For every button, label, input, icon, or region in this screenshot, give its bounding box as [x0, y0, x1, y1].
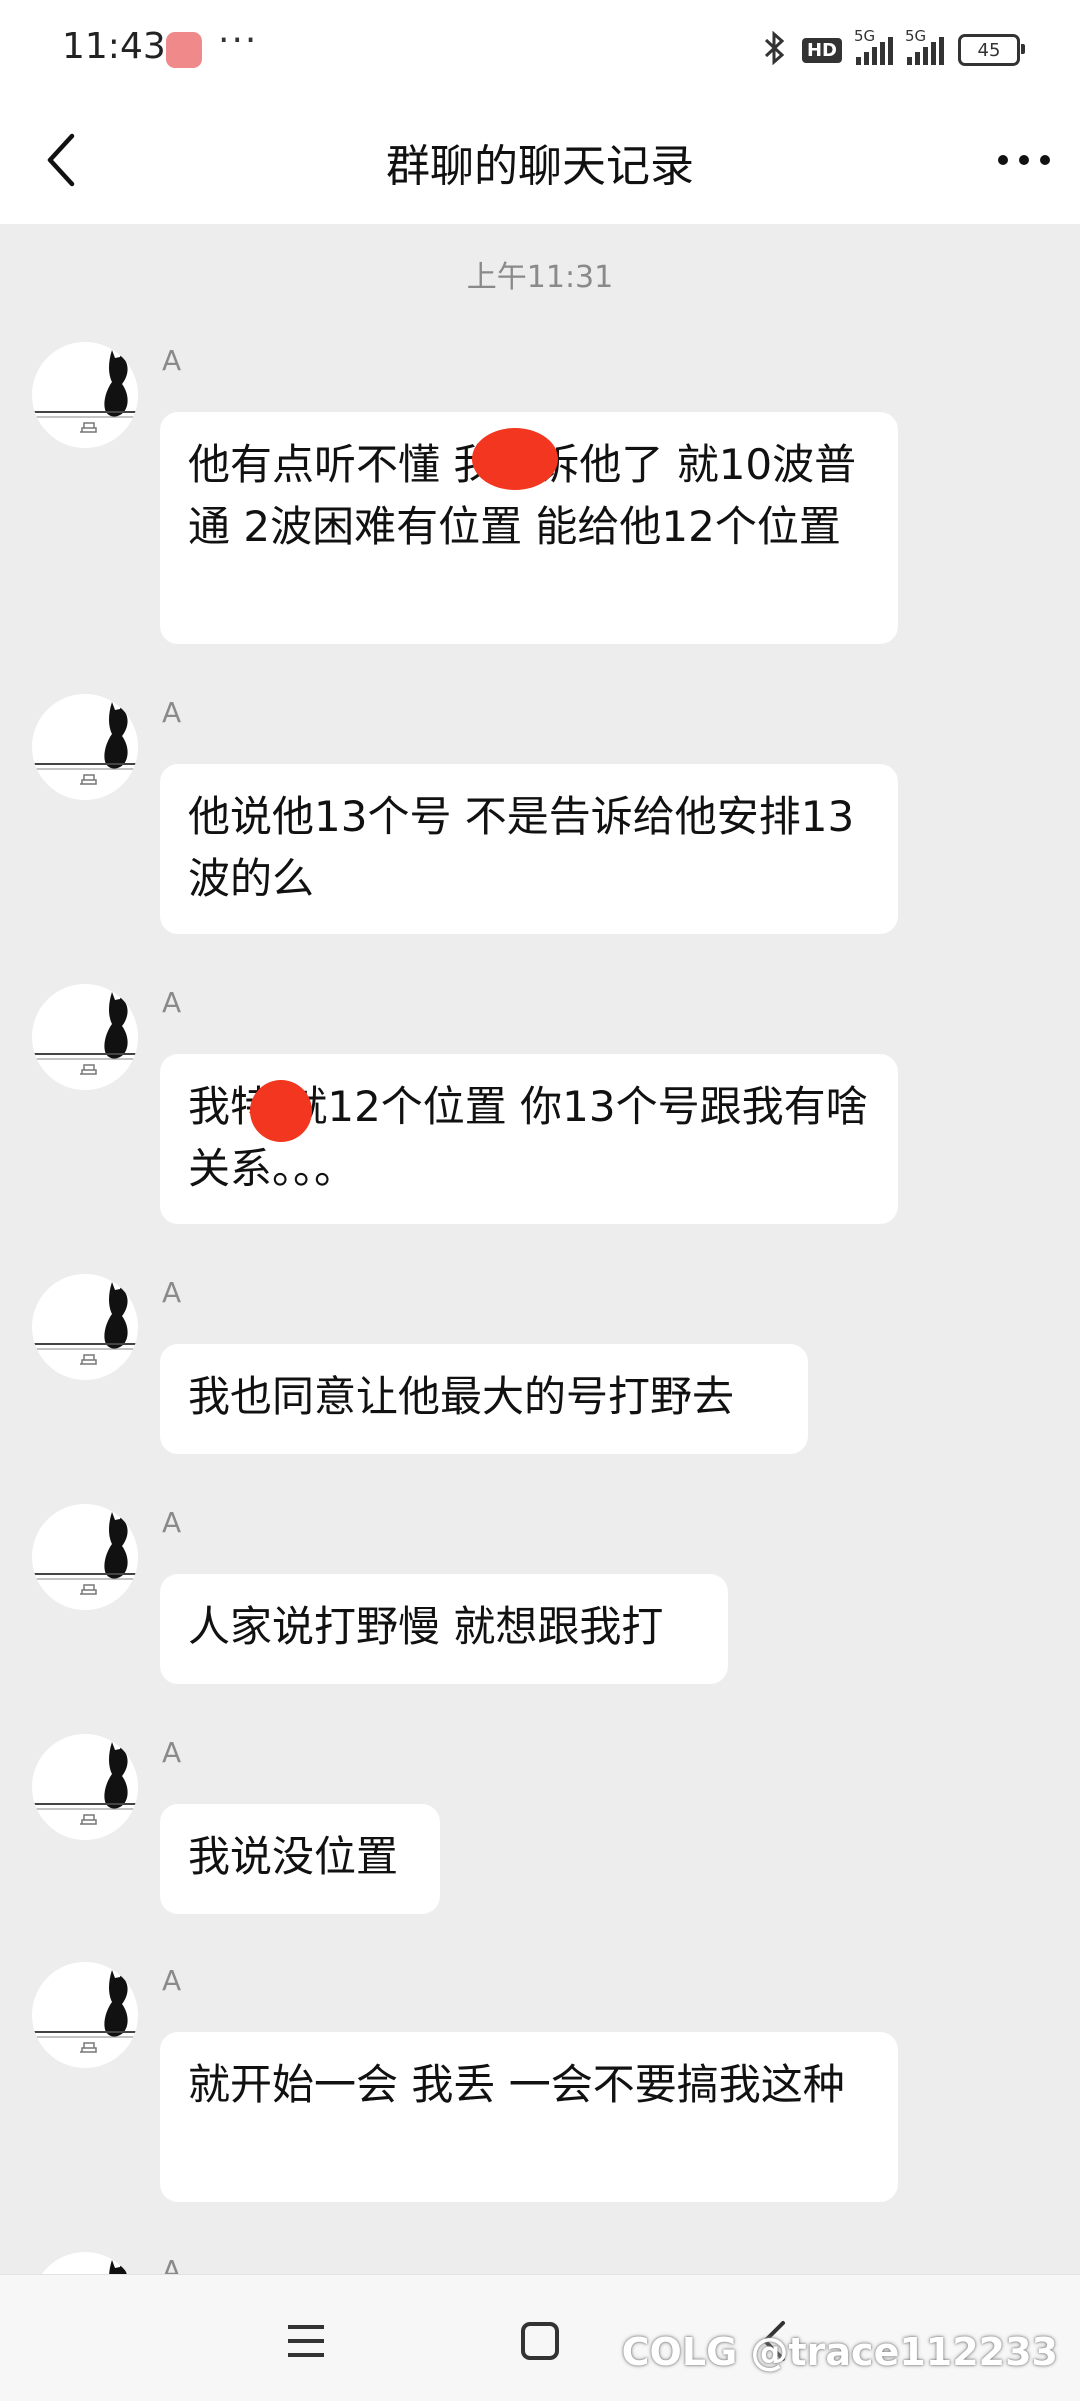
sender-name: A	[162, 986, 182, 1019]
page-title: 群聊的聊天记录	[386, 141, 694, 192]
battery-icon: 45	[958, 34, 1025, 66]
sender-name: A	[162, 1506, 182, 1539]
message-timestamp: 上午11:31	[466, 260, 614, 295]
status-indicators: HD 5G 5G 45	[762, 27, 1025, 72]
redaction-mark	[250, 1080, 312, 1142]
signal-icon-sim2: 5G	[905, 27, 944, 65]
cat-silhouette-icon	[32, 992, 138, 1075]
sender-name: A	[162, 1964, 182, 1997]
menu-icon	[288, 2325, 324, 2357]
more-options-button[interactable]	[992, 128, 1056, 192]
cat-silhouette-icon	[32, 1512, 138, 1595]
cat-silhouette-icon	[32, 1970, 138, 2053]
home-square-icon	[521, 2322, 559, 2360]
message-bubble[interactable]: 我说没位置	[160, 1804, 440, 1914]
recent-apps-button[interactable]	[278, 2313, 334, 2369]
redaction-mark	[472, 428, 558, 490]
chat-history[interactable]: 上午11:31 A 他有点听不懂 我告诉他了 就10波普通 2波困难有位置 能给…	[0, 224, 1080, 2274]
chat-header: 群聊的聊天记录	[0, 100, 1080, 224]
message-bubble[interactable]: 就开始一会 我丢 一会不要搞我这种	[160, 2032, 898, 2202]
signal-icon-sim1: 5G	[854, 27, 893, 65]
more-notifications-icon: ···	[218, 20, 259, 61]
status-time: 11:43	[62, 26, 166, 67]
more-dots-icon	[998, 155, 1050, 165]
message-bubble[interactable]: 人家说打野慢 就想跟我打	[160, 1574, 728, 1684]
cat-silhouette-icon	[32, 1742, 138, 1825]
avatar[interactable]	[32, 984, 138, 1090]
sender-name: A	[162, 696, 182, 729]
cat-silhouette-icon	[32, 702, 138, 785]
hd-voice-badge: HD	[801, 37, 842, 63]
avatar[interactable]	[32, 694, 138, 800]
bluetooth-icon	[762, 30, 788, 69]
sender-name: A	[162, 344, 182, 377]
cat-silhouette-icon	[32, 1282, 138, 1365]
home-button[interactable]	[512, 2313, 568, 2369]
message-bubble[interactable]: 他说他13个号 不是告诉给他安排13波的么	[160, 764, 898, 934]
avatar[interactable]	[32, 1962, 138, 2068]
sender-name: A	[162, 2254, 182, 2274]
status-bar: 11:43 ··· HD 5G 5G 45	[0, 0, 1080, 100]
sender-name: A	[162, 1276, 182, 1309]
avatar[interactable]	[32, 2252, 138, 2274]
avatar[interactable]	[32, 1504, 138, 1610]
avatar[interactable]	[32, 342, 138, 448]
avatar[interactable]	[32, 1274, 138, 1380]
watermark: COLG @trace112233	[621, 2330, 1058, 2374]
cat-silhouette-icon	[109, 2260, 127, 2274]
cat-silhouette-icon	[32, 350, 138, 433]
app-notification-icon	[166, 32, 202, 68]
avatar[interactable]	[32, 1734, 138, 1840]
sender-name: A	[162, 1736, 182, 1769]
message-bubble[interactable]: 我也同意让他最大的号打野去	[160, 1344, 808, 1454]
